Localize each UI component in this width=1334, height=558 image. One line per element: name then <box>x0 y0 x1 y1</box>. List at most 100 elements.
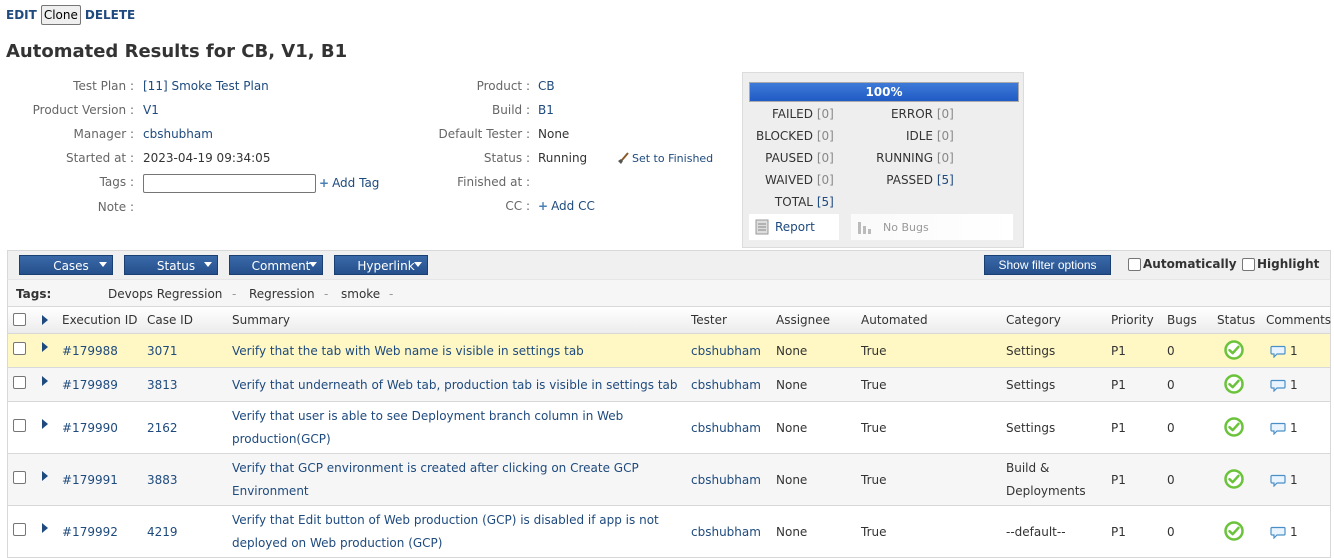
case-id-link[interactable]: 2162 <box>147 421 178 435</box>
stat-paused[interactable]: PAUSED [0] <box>749 151 834 169</box>
cases-dropdown[interactable]: Cases <box>19 255 113 275</box>
clone-button[interactable]: Clone <box>40 5 81 25</box>
expand-row-icon[interactable] <box>42 342 48 352</box>
row-checkbox[interactable] <box>13 419 26 432</box>
tag-regression[interactable]: Regression <box>249 287 315 301</box>
col-tester[interactable]: Tester <box>691 313 727 327</box>
row-checkbox[interactable] <box>13 523 26 536</box>
tag-devops-regression[interactable]: Devops Regression <box>108 287 222 301</box>
summary-link[interactable]: Verify that GCP environment is created a… <box>232 457 682 503</box>
highlight-toggle[interactable]: Highlight <box>1242 257 1319 271</box>
case-id-link[interactable]: 4219 <box>147 525 178 539</box>
expand-row-icon[interactable] <box>42 471 48 481</box>
edit-link[interactable]: EDIT <box>6 8 37 22</box>
caret-down-icon <box>309 262 317 267</box>
col-case-id[interactable]: Case ID <box>147 313 193 327</box>
automatically-toggle[interactable]: Automatically <box>1128 257 1237 271</box>
tag-separator: - <box>232 287 237 301</box>
passed-check-icon[interactable] <box>1224 469 1244 489</box>
hyperlink-dropdown[interactable]: Hyperlink <box>334 255 428 275</box>
case-id-link[interactable]: 3883 <box>147 473 178 487</box>
add-tag-link[interactable]: + Add Tag <box>319 176 379 190</box>
build-link[interactable]: B1 <box>538 103 554 117</box>
passed-check-icon[interactable] <box>1224 340 1244 360</box>
expand-row-icon[interactable] <box>42 419 48 429</box>
stat-total-label: TOTAL <box>774 195 813 209</box>
col-status[interactable]: Status <box>1217 313 1255 327</box>
test-plan-link[interactable]: [11] Smoke Test Plan <box>143 79 269 93</box>
stat-waived[interactable]: WAIVED [0] <box>749 173 834 191</box>
col-execution-id[interactable]: Execution ID <box>62 313 137 327</box>
stat-passed[interactable]: PASSED [5] <box>867 173 954 191</box>
summary-link[interactable]: Verify that Edit button of Web productio… <box>232 509 682 555</box>
table-row[interactable]: #179988 3071 Verify that the tab with Web … <box>7 334 1331 368</box>
report-link[interactable]: Report <box>749 214 839 240</box>
summary-link[interactable]: Verify that underneath of Web tab, produ… <box>232 378 678 392</box>
col-bugs[interactable]: Bugs <box>1167 313 1197 327</box>
set-to-finished-link[interactable]: Set to Finished <box>616 151 713 166</box>
show-filter-button[interactable]: Show filter options <box>984 255 1111 275</box>
comments-link[interactable]: 1 <box>1270 473 1298 487</box>
speech-bubble-icon <box>1270 379 1286 392</box>
col-comments[interactable]: Comments <box>1266 313 1331 327</box>
stat-idle[interactable]: IDLE [0] <box>883 129 954 147</box>
expand-all-icon[interactable] <box>42 315 48 325</box>
tester-link[interactable]: cbshubham <box>691 378 761 392</box>
table-row[interactable]: #179992 4219 Verify that Edit button of We… <box>7 506 1331 558</box>
select-all-checkbox[interactable] <box>13 313 26 326</box>
execution-id-link[interactable]: #179989 <box>62 378 118 392</box>
plus-icon: + <box>538 199 549 213</box>
comments-link[interactable]: 1 <box>1270 344 1298 358</box>
passed-check-icon[interactable] <box>1224 521 1244 541</box>
table-row[interactable]: #179990 2162 Verify that user is able to s… <box>7 402 1331 454</box>
comments-link[interactable]: 1 <box>1270 525 1298 539</box>
tester-link[interactable]: cbshubham <box>691 525 761 539</box>
hyperlink-label: Hyperlink <box>357 258 415 273</box>
passed-check-icon[interactable] <box>1224 374 1244 394</box>
automatically-checkbox[interactable] <box>1128 257 1141 271</box>
col-priority[interactable]: Priority <box>1111 313 1154 327</box>
stat-blocked[interactable]: BLOCKED [0] <box>749 129 834 147</box>
tester-link[interactable]: cbshubham <box>691 421 761 435</box>
row-checkbox[interactable] <box>13 342 26 355</box>
comment-dropdown[interactable]: Comment <box>229 255 323 275</box>
col-assignee[interactable]: Assignee <box>776 313 830 327</box>
table-row[interactable]: #179989 3813 Verify that underneath of Web… <box>7 368 1331 402</box>
passed-check-icon[interactable] <box>1224 417 1244 437</box>
summary-link[interactable]: Verify that the tab with Web name is vis… <box>232 344 584 358</box>
row-checkbox[interactable] <box>13 471 26 484</box>
product-version-link[interactable]: V1 <box>143 103 159 117</box>
col-automated[interactable]: Automated <box>861 313 928 327</box>
add-cc-link[interactable]: + Add CC <box>538 199 595 213</box>
comments-link[interactable]: 1 <box>1270 421 1298 435</box>
status-dropdown[interactable]: Status <box>124 255 218 275</box>
tester-link[interactable]: cbshubham <box>691 344 761 358</box>
delete-link[interactable]: DELETE <box>85 8 135 22</box>
expand-row-icon[interactable] <box>42 376 48 386</box>
execution-id-link[interactable]: #179990 <box>62 421 118 435</box>
table-row[interactable]: #179991 3883 Verify that GCP environment i… <box>7 454 1331 506</box>
execution-id-link[interactable]: #179992 <box>62 525 118 539</box>
expand-row-icon[interactable] <box>42 523 48 533</box>
stat-error[interactable]: ERROR [0] <box>883 107 954 125</box>
tags-input[interactable] <box>143 174 316 193</box>
row-checkbox[interactable] <box>13 376 26 389</box>
tester-link[interactable]: cbshubham <box>691 473 761 487</box>
stat-running[interactable]: RUNNING [0] <box>867 151 954 169</box>
tag-smoke[interactable]: smoke <box>341 287 380 301</box>
stat-failed[interactable]: FAILED [0] <box>749 107 834 125</box>
summary-link[interactable]: Verify that user is able to see Deployme… <box>232 405 682 451</box>
col-summary[interactable]: Summary <box>232 313 290 327</box>
highlight-checkbox[interactable] <box>1242 257 1255 271</box>
product-link[interactable]: CB <box>538 79 555 93</box>
col-category[interactable]: Category <box>1006 313 1061 327</box>
manager-link[interactable]: cbshubham <box>143 127 213 141</box>
case-id-link[interactable]: 3813 <box>147 378 178 392</box>
stat-total[interactable]: TOTAL [5] <box>749 195 834 213</box>
caret-down-icon <box>99 262 107 267</box>
case-id-link[interactable]: 3071 <box>147 344 178 358</box>
execution-id-link[interactable]: #179991 <box>62 473 118 487</box>
stat-blocked-label: BLOCKED <box>755 129 813 143</box>
execution-id-link[interactable]: #179988 <box>62 344 118 358</box>
comments-link[interactable]: 1 <box>1270 378 1298 392</box>
